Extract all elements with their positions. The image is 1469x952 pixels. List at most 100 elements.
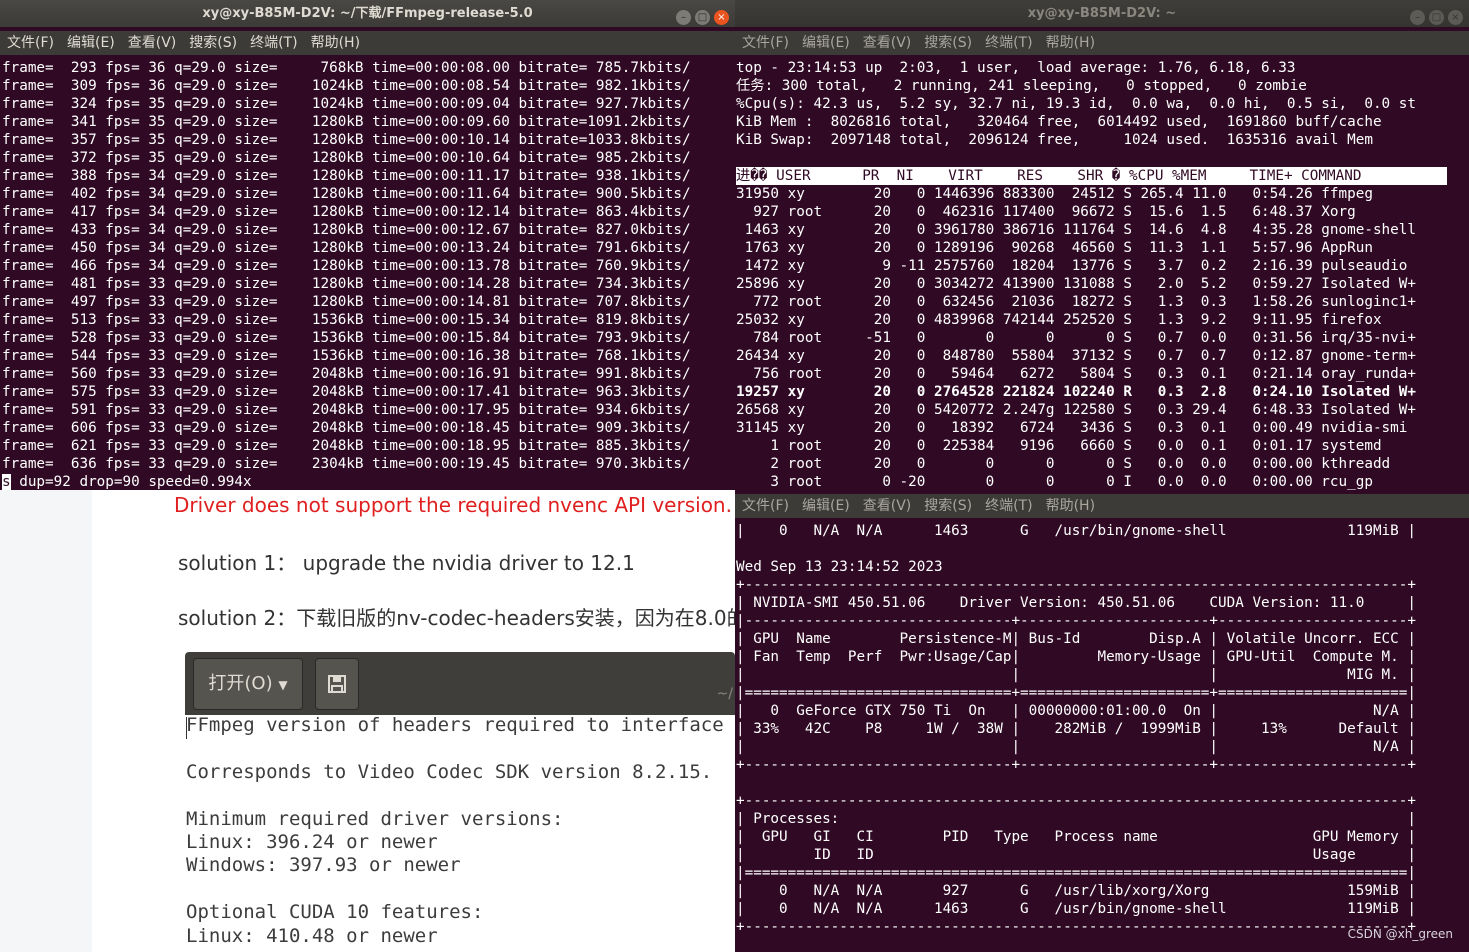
process-row: 26568 xy 20 0 5420772 2.247g 122580 S 0.… [736, 402, 1416, 418]
process-row: 19257 xy 20 0 2764528 221824 102240 R 0.… [736, 384, 1416, 400]
nvidia-smi-line: | 0 GeForce GTX 750 Ti On | 00000000:01:… [736, 703, 1416, 719]
menu-edit[interactable]: 编辑(E) [67, 35, 115, 51]
editor-header-bar: 打开(O) ▼ ~/ [185, 652, 735, 715]
process-row: 2 root 20 0 0 0 0 S 0.0 0.0 0:00.00 kthr… [736, 456, 1391, 472]
editor-line: Optional CUDA 10 features: [186, 901, 484, 924]
close-icon[interactable]: × [714, 10, 729, 25]
ffmpeg-progress-line: frame= 357 fps= 35 q=29.0 size= 1280kB t… [2, 132, 691, 148]
menu-file[interactable]: 文件(F) [742, 498, 789, 514]
ffmpeg-progress-line: frame= 402 fps= 34 q=29.0 size= 1280kB t… [2, 186, 691, 202]
process-row: 26434 xy 20 0 848780 55804 37132 S 0.7 0… [736, 348, 1416, 364]
terminal-ffmpeg-window[interactable]: xy@xy-B85M-D2V: ~/下载/FFmpeg-release-5.0 … [0, 0, 735, 490]
ffmpeg-progress-line: frame= 433 fps= 34 q=29.0 size= 1280kB t… [2, 222, 691, 238]
ffmpeg-progress-line: frame= 513 fps= 33 q=29.0 size= 1536kB t… [2, 312, 691, 328]
process-row: 31145 xy 20 0 18392 6724 3436 S 0.3 0.1 … [736, 420, 1408, 436]
window-title: xy@xy-B85M-D2V: ~ [735, 0, 1469, 27]
top-summary-line: %Cpu(s): 42.3 us, 5.2 sy, 32.7 ni, 19.3 … [736, 96, 1416, 112]
ffmpeg-progress-line: frame= 528 fps= 33 q=29.0 size= 1536kB t… [2, 330, 691, 346]
process-row: 31950 xy 20 0 1446396 883300 24512 S 265… [736, 186, 1373, 202]
menu-bar: 文件(F) 编辑(E) 查看(V) 搜索(S) 终端(T) 帮助(H) [0, 31, 735, 55]
editor-line: Linux: 396.24 or newer [186, 830, 438, 853]
nvidia-smi-line: | 33% 42C P8 1W / 38W | 282MiB / 1999MiB… [736, 721, 1416, 737]
nvidia-smi-line: | 0 N/A N/A 1463 G /usr/bin/gnome-shell … [736, 901, 1416, 917]
nvidia-smi-line: | 0 N/A N/A 1463 G /usr/bin/gnome-shell … [736, 523, 1416, 539]
process-row: 25032 xy 20 0 4839968 742144 252520 S 1.… [736, 312, 1382, 328]
nvidia-smi-line: | Fan Temp Perf Pwr:Usage/Cap| Memory-Us… [736, 649, 1416, 665]
blog-sidebar-strip [0, 490, 92, 952]
ffmpeg-progress-line: frame= 560 fps= 33 q=29.0 size= 2048kB t… [2, 366, 691, 382]
menu-terminal[interactable]: 终端(T) [985, 35, 1032, 51]
menu-help[interactable]: 帮助(H) [1046, 498, 1095, 514]
process-row: 1 root 20 0 225384 9196 6660 S 0.0 0.1 0… [736, 438, 1382, 454]
nvidia-smi-line [736, 540, 1416, 558]
menu-terminal[interactable]: 终端(T) [250, 35, 297, 51]
maximize-icon[interactable]: □ [695, 10, 710, 25]
process-row: 927 root 20 0 462316 117400 96672 S 15.6… [736, 204, 1356, 220]
error-message: Driver does not support the required nve… [174, 493, 764, 517]
save-icon-button[interactable] [315, 658, 359, 710]
menu-bar: 文件(F) 编辑(E) 查看(V) 搜索(S) 终端(T) 帮助(H) [735, 494, 1469, 518]
ffmpeg-progress-line: frame= 466 fps= 34 q=29.0 size= 1280kB t… [2, 258, 691, 274]
menu-search[interactable]: 搜索(S) [189, 35, 237, 51]
terminal-top-window[interactable]: xy@xy-B85M-D2V: ~ – □ × 文件(F) 编辑(E) 查看(V) 搜索(… [735, 0, 1469, 492]
nvidia-smi-line: | ID ID Usage | [736, 847, 1416, 863]
blog-article: Driver does not support the required nve… [92, 490, 764, 952]
minimize-icon[interactable]: – [676, 10, 691, 25]
editor-text-area[interactable]: FFmpeg version of headers required to in… [185, 715, 735, 952]
menu-file[interactable]: 文件(F) [742, 35, 789, 51]
ffmpeg-progress-line: frame= 417 fps= 34 q=29.0 size= 1280kB t… [2, 204, 691, 220]
editor-line: Linux: 410.48 or newer [186, 924, 438, 947]
menu-edit[interactable]: 编辑(E) [802, 498, 850, 514]
process-row: 784 root -51 0 0 0 0 S 0.7 0.0 0:31.56 i… [736, 330, 1416, 346]
top-summary-line: 任务: 300 total, 2 running, 241 sleeping, … [736, 78, 1307, 94]
ffmpeg-status-text: dup=92 drop=90 speed=0.994x [10, 474, 252, 490]
process-row: 25896 xy 20 0 3034272 413900 131088 S 2.… [736, 276, 1416, 292]
menu-help[interactable]: 帮助(H) [1046, 35, 1095, 51]
nvidia-smi-line: Wed Sep 13 23:14:52 2023 [736, 559, 943, 575]
nvidia-smi-line: |=======================================… [736, 865, 1416, 881]
nvidia-smi-line: | | | N/A | [736, 739, 1416, 755]
ffmpeg-progress-line: frame= 591 fps= 33 q=29.0 size= 2048kB t… [2, 402, 691, 418]
minimize-icon[interactable]: – [1410, 10, 1425, 25]
menu-view[interactable]: 查看(V) [863, 35, 912, 51]
maximize-icon[interactable]: □ [1429, 10, 1444, 25]
solution-2-text: solution 2：下载旧版的nv-codec-headers安装，因为在8.… [178, 606, 747, 630]
watermark: CSDN @xh_green [1347, 927, 1453, 941]
terminal-cursor: s [2, 474, 11, 490]
ffmpeg-progress-line: frame= 309 fps= 36 q=29.0 size= 1024kB t… [2, 78, 691, 94]
ffmpeg-progress-line: frame= 621 fps= 33 q=29.0 size= 2048kB t… [2, 438, 691, 454]
process-row: 3 root 0 -20 0 0 0 I 0.0 0.0 0:00.00 rcu… [736, 474, 1373, 490]
menu-view[interactable]: 查看(V) [863, 498, 912, 514]
process-row: 1763 xy 20 0 1289196 90268 46560 S 11.3 … [736, 240, 1373, 256]
window-controls: – □ × [1406, 5, 1463, 25]
menu-search[interactable]: 搜索(S) [924, 35, 972, 51]
ffmpeg-last-line: s dup=92 drop=90 speed=0.994x [2, 473, 252, 490]
terminal-nvidia-smi-window[interactable]: 文件(F) 编辑(E) 查看(V) 搜索(S) 终端(T) 帮助(H) | 0 N/A N… [735, 492, 1469, 952]
nvidia-smi-line: |-------------------------------+-------… [736, 613, 1416, 629]
window-controls: – □ × [672, 5, 729, 25]
menu-terminal[interactable]: 终端(T) [985, 498, 1032, 514]
process-table: 31950 xy 20 0 1446396 883300 24512 S 265… [736, 185, 1416, 491]
menu-search[interactable]: 搜索(S) [924, 498, 972, 514]
nvidia-smi-line: +---------------------------------------… [736, 919, 1416, 935]
ffmpeg-output: frame= 293 fps= 36 q=29.0 size= 768kB ti… [2, 59, 691, 473]
menu-file[interactable]: 文件(F) [7, 35, 54, 51]
ffmpeg-progress-line: frame= 636 fps= 33 q=29.0 size= 2304kB t… [2, 456, 691, 472]
menu-view[interactable]: 查看(V) [128, 35, 177, 51]
ffmpeg-progress-line: frame= 324 fps= 35 q=29.0 size= 1024kB t… [2, 96, 691, 112]
process-row: 756 root 20 0 59464 6272 5804 S 0.3 0.1 … [736, 366, 1416, 382]
top-summary-line: KiB Mem : 8026816 total, 320464 free, 60… [736, 114, 1382, 130]
close-icon[interactable]: × [1448, 10, 1463, 25]
window-title: xy@xy-B85M-D2V: ~/下载/FFmpeg-release-5.0 [0, 0, 735, 27]
menu-edit[interactable]: 编辑(E) [802, 35, 850, 51]
process-header-row: 进�� USER PR NI VIRT RES SHR � %CPU %MEM … [736, 167, 1448, 185]
editor-line: FFmpeg version of headers required to in… [186, 715, 724, 736]
menu-help[interactable]: 帮助(H) [311, 35, 360, 51]
nvidia-smi-line: | Processes: | [736, 811, 1416, 827]
editor-line: Corresponds to Video Codec SDK version 8… [186, 760, 713, 783]
solution-1-text: solution 1： upgrade the nvidia driver to… [178, 551, 635, 575]
process-row: 1472 xy 9 -11 2575760 18204 13776 S 3.7 … [736, 258, 1408, 274]
open-button[interactable]: 打开(O) ▼ [193, 658, 303, 710]
